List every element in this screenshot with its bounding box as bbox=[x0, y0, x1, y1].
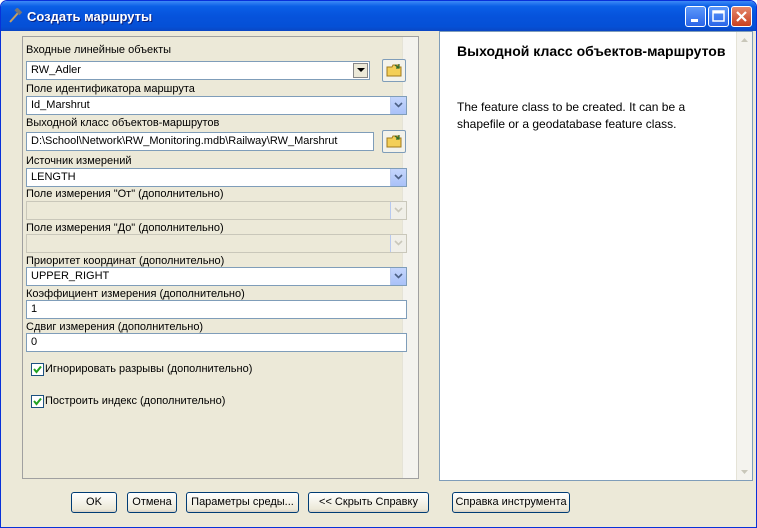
checkmark-icon bbox=[33, 365, 42, 374]
offset-input[interactable]: 0 bbox=[26, 333, 407, 352]
route-id-dropdown-button[interactable] bbox=[390, 97, 406, 114]
build-index-checkbox[interactable] bbox=[31, 395, 44, 408]
offset-label: Сдвиг измерения (дополнительно) bbox=[26, 321, 204, 333]
maximize-icon bbox=[712, 10, 725, 22]
folder-icon bbox=[386, 64, 402, 77]
chevron-down-icon bbox=[394, 174, 403, 180]
offset-value: 0 bbox=[31, 336, 38, 348]
factor-value: 1 bbox=[31, 303, 38, 315]
minimize-icon bbox=[691, 19, 698, 22]
ok-button[interactable]: OK bbox=[71, 492, 117, 513]
chevron-down-icon bbox=[394, 102, 403, 108]
output-class-input[interactable]: D:\School\Network\RW_Monitoring.mdb\Rail… bbox=[26, 132, 374, 151]
chevron-down-icon bbox=[394, 207, 403, 213]
factor-input[interactable]: 1 bbox=[26, 300, 407, 319]
input-features-label: Входные линейные объекты bbox=[26, 44, 172, 56]
input-browse-button[interactable] bbox=[382, 59, 406, 82]
checkmark-icon bbox=[33, 397, 42, 406]
help-text: The feature class to be created. It can … bbox=[457, 100, 686, 131]
environments-button[interactable]: Параметры среды... bbox=[186, 492, 299, 513]
close-button[interactable] bbox=[731, 6, 752, 27]
input-features-combobox[interactable]: RW_Adler bbox=[26, 61, 370, 80]
help-scrollbar[interactable] bbox=[736, 32, 752, 480]
cancel-button[interactable]: Отмена bbox=[127, 492, 177, 513]
ignore-gaps-checkbox[interactable] bbox=[31, 363, 44, 376]
folder-icon bbox=[386, 135, 402, 148]
maximize-button[interactable] bbox=[708, 6, 729, 27]
hammer-icon bbox=[9, 8, 23, 23]
ignore-gaps-label[interactable]: Игнорировать разрывы (дополнительно) bbox=[45, 363, 252, 375]
dialog-window: Создать маршруты Входные линейные объект… bbox=[0, 0, 757, 528]
chevron-down-icon bbox=[741, 470, 748, 474]
minimize-button[interactable] bbox=[685, 6, 706, 27]
help-title: Выходной класс объектов-маршрутов bbox=[457, 43, 726, 59]
scroll-up-button[interactable] bbox=[737, 32, 752, 48]
output-class-value: D:\School\Network\RW_Monitoring.mdb\Rail… bbox=[31, 135, 338, 147]
measure-source-label: Источник измерений bbox=[26, 155, 132, 167]
input-features-dropdown-button[interactable] bbox=[353, 63, 368, 78]
route-id-combobox[interactable]: Id_Marshrut bbox=[26, 96, 407, 115]
parameters-panel: Входные линейные объекты RW_Adler Поле и… bbox=[22, 36, 419, 479]
measure-source-value: LENGTH bbox=[31, 171, 76, 183]
chevron-down-icon bbox=[394, 240, 403, 246]
window-title: Создать маршруты bbox=[27, 9, 153, 24]
from-field-label: Поле измерения "От" (дополнительно) bbox=[26, 188, 224, 200]
from-field-combobox[interactable] bbox=[26, 201, 407, 220]
chevron-down-icon bbox=[394, 273, 403, 279]
input-features-value: RW_Adler bbox=[31, 64, 81, 76]
build-index-label[interactable]: Построить индекс (дополнительно) bbox=[45, 395, 225, 407]
route-id-label: Поле идентификатора маршрута bbox=[26, 83, 195, 95]
priority-combobox[interactable]: UPPER_RIGHT bbox=[26, 267, 407, 286]
priority-dropdown-button[interactable] bbox=[390, 268, 406, 285]
chevron-up-icon bbox=[741, 38, 748, 42]
output-class-label: Выходной класс объектов-маршрутов bbox=[26, 117, 220, 129]
route-id-value: Id_Marshrut bbox=[31, 99, 90, 111]
priority-value: UPPER_RIGHT bbox=[31, 270, 110, 282]
close-icon bbox=[736, 11, 747, 22]
tool-help-button[interactable]: Справка инструмента bbox=[452, 492, 570, 513]
to-field-dropdown-button[interactable] bbox=[390, 235, 406, 252]
title-bar[interactable]: Создать маршруты bbox=[1, 1, 756, 31]
hide-help-button[interactable]: << Скрыть Справку bbox=[308, 492, 429, 513]
measure-source-combobox[interactable]: LENGTH bbox=[26, 168, 407, 187]
scroll-down-button[interactable] bbox=[737, 464, 752, 480]
factor-label: Коэффициент измерения (дополнительно) bbox=[26, 288, 245, 300]
to-field-label: Поле измерения "До" (дополнительно) bbox=[26, 222, 224, 234]
from-field-dropdown-button[interactable] bbox=[390, 202, 406, 219]
measure-source-dropdown-button[interactable] bbox=[390, 169, 406, 186]
help-panel: Выходной класс объектов-маршрутов The fe… bbox=[439, 31, 753, 481]
output-browse-button[interactable] bbox=[382, 130, 406, 153]
to-field-combobox[interactable] bbox=[26, 234, 407, 253]
chevron-down-icon bbox=[357, 68, 365, 72]
priority-label: Приоритет координат (дополнительно) bbox=[26, 255, 225, 267]
